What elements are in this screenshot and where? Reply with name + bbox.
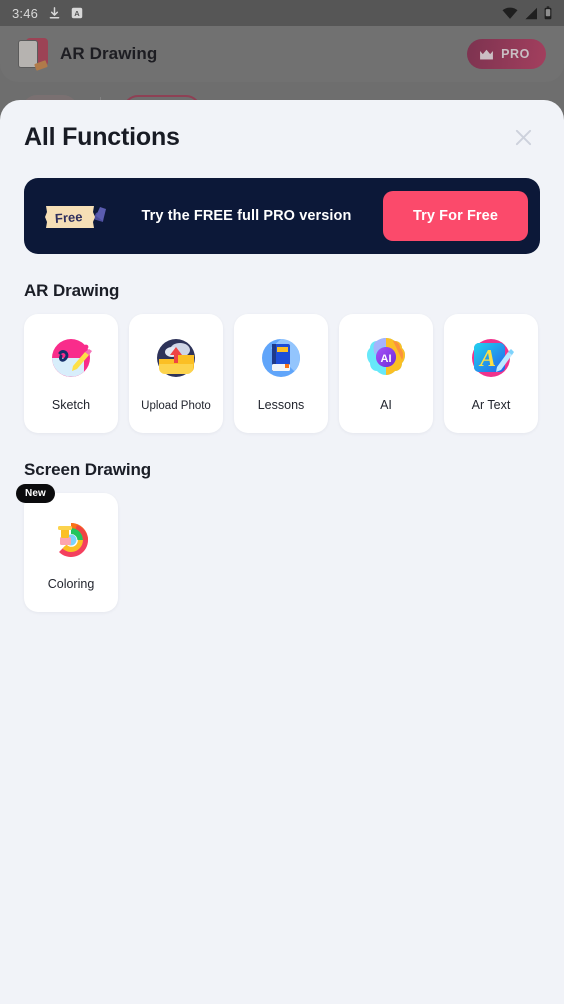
close-button[interactable]: [506, 120, 540, 154]
card-label: Coloring: [47, 577, 95, 592]
coloring-icon: [47, 513, 95, 561]
section-title-ar-drawing: AR Drawing: [24, 281, 120, 300]
screen-drawing-card-row: New Coloring: [16, 484, 540, 612]
sheet-header: All Functions: [24, 100, 540, 174]
ar-text-icon: A: [467, 334, 515, 382]
crown-icon: [480, 49, 494, 59]
signal-icon: [525, 7, 537, 19]
free-ticket-icon: Free: [38, 193, 114, 239]
try-for-free-label: Try For Free: [412, 208, 498, 224]
try-for-free-button[interactable]: Try For Free: [382, 191, 528, 241]
ar-drawing-card-row: Sketch Upload Photo Lessons AI AI A Ar T…: [24, 314, 540, 433]
a-badge-icon: A: [71, 7, 83, 19]
promo-message: Try the FREE full PRO version: [141, 208, 352, 224]
function-card-sketch[interactable]: Sketch: [24, 314, 118, 433]
app-title: AR Drawing: [60, 44, 158, 63]
lessons-icon: [257, 334, 305, 382]
download-icon: [49, 6, 60, 18]
pro-button-label: PRO: [501, 47, 530, 61]
upload-photo-icon: [152, 334, 200, 382]
card-label: Upload Photo: [141, 400, 211, 413]
function-card-coloring[interactable]: New Coloring: [16, 484, 118, 612]
pro-button[interactable]: PRO: [467, 39, 546, 69]
ai-icon: AI: [362, 334, 410, 382]
all-functions-sheet: All Functions Free Try the FREE full PRO…: [0, 100, 564, 1004]
close-icon: [515, 129, 531, 145]
ar-drawing-logo-icon: [18, 38, 48, 71]
status-badge: New: [16, 484, 55, 503]
card-label: Ar Text: [471, 398, 511, 413]
svg-text:Free: Free: [54, 209, 82, 226]
app-bar: AR Drawing PRO: [0, 26, 564, 82]
status-bar-left: 3:46 A: [12, 6, 83, 21]
card-label: Sketch: [51, 398, 91, 413]
sketch-icon: [47, 334, 95, 382]
section-title-screen-drawing: Screen Drawing: [24, 460, 152, 479]
status-bar-clock: 3:46: [12, 5, 39, 21]
card-label: Lessons: [257, 398, 305, 413]
function-card-lessons[interactable]: Lessons: [234, 314, 328, 433]
card-label: AI: [380, 398, 392, 413]
status-bar: 3:46 A: [0, 0, 564, 26]
function-card-ai[interactable]: AI AI: [339, 314, 433, 433]
status-bar-right: [502, 6, 552, 20]
promo-banner[interactable]: Free Try the FREE full PRO version Try F…: [24, 178, 540, 254]
svg-text:A: A: [478, 346, 496, 372]
function-card-ar-text[interactable]: A Ar Text: [444, 314, 538, 433]
svg-text:A: A: [74, 9, 80, 18]
wifi-icon: [502, 7, 518, 19]
page-title: All Functions: [24, 122, 180, 151]
function-card-upload-photo[interactable]: Upload Photo: [129, 314, 223, 433]
phone-screen: 3:46 A AR Drawing PRO All Functions Free…: [0, 0, 564, 1004]
svg-text:AI: AI: [381, 353, 392, 365]
battery-icon: [544, 6, 552, 20]
